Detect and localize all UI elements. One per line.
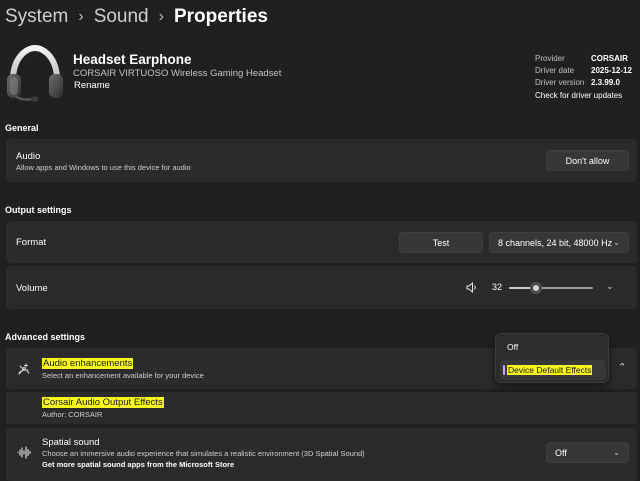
enhancements-description: Select an enhancement available for your…	[42, 371, 204, 380]
section-output: Output settings	[5, 205, 72, 215]
driver-version-value: 2.3.99.0	[591, 78, 620, 87]
format-select[interactable]: 8 channels, 24 bit, 48000 Hz ⌄	[489, 232, 629, 253]
headset-icon	[7, 44, 63, 102]
chevron-right-icon: ›	[78, 8, 84, 25]
volume-label: Volume	[16, 283, 48, 294]
menu-item-device-default-effects-label: Device Default Effects	[507, 365, 593, 375]
spatial-description: Choose an immersive audio experience tha…	[42, 449, 365, 458]
rename-link[interactable]: Rename	[74, 80, 110, 91]
provider-label: Provider	[535, 54, 565, 63]
menu-item-device-default-effects[interactable]: Device Default Effects	[500, 360, 606, 380]
driver-date-value: 2025-12-12	[591, 66, 632, 75]
device-subtitle: CORSAIR VIRTUOSO Wireless Gaming Headset	[73, 68, 282, 79]
enhancements-dropdown-menu: Off Device Default Effects	[495, 333, 609, 383]
device-name: Headset Earphone	[73, 52, 192, 67]
effects-title: Corsair Audio Output Effects	[42, 397, 164, 408]
test-button[interactable]: Test	[399, 232, 483, 253]
enhancements-icon	[18, 363, 30, 375]
volume-slider-thumb[interactable]	[530, 282, 542, 294]
volume-value: 32	[492, 282, 503, 292]
spatial-sound-card: Spatial sound Choose an immersive audio …	[6, 428, 637, 481]
section-general: General	[5, 123, 39, 133]
format-label: Format	[16, 237, 47, 248]
volume-card: Volume 32 ⌄	[6, 266, 637, 309]
provider-value: CORSAIR	[591, 54, 628, 63]
selected-indicator	[503, 365, 505, 375]
spatial-sound-icon	[17, 446, 31, 459]
breadcrumb: System › Sound › Properties	[5, 4, 268, 30]
enhancements-title: Audio enhancements	[42, 358, 134, 369]
dont-allow-button[interactable]: Don't allow	[546, 150, 629, 171]
driver-info: Provider CORSAIR Driver date 2025-12-12 …	[535, 53, 632, 102]
menu-item-off[interactable]: Off	[500, 337, 606, 357]
microsoft-store-link[interactable]: Get more spatial sound apps from the Mic…	[42, 460, 234, 469]
breadcrumb-sound[interactable]: Sound	[94, 6, 149, 28]
effects-author: Author: CORSAIR	[42, 410, 103, 419]
spatial-sound-select[interactable]: Off ⌄	[546, 442, 629, 463]
driver-date-label: Driver date	[535, 66, 575, 75]
chevron-down-icon: ⌄	[613, 448, 620, 457]
audio-title: Audio	[16, 151, 41, 162]
spatial-select-value: Off	[555, 447, 567, 458]
effects-title-text: Corsair Audio Output Effects	[42, 397, 164, 408]
check-driver-updates-link[interactable]: Check for driver updates	[535, 90, 632, 102]
format-select-value: 8 channels, 24 bit, 48000 Hz	[498, 237, 613, 248]
effects-card: Corsair Audio Output Effects Author: COR…	[6, 392, 637, 424]
format-card: Format Test 8 channels, 24 bit, 48000 Hz…	[6, 221, 637, 263]
audio-description: Allow apps and Windows to use this devic…	[16, 163, 191, 172]
section-advanced: Advanced settings	[5, 332, 86, 342]
menu-item-off-label: Off	[507, 342, 519, 352]
driver-version-label: Driver version	[535, 78, 585, 87]
chevron-up-icon[interactable]: ⌄	[618, 360, 626, 371]
page-title: Properties	[173, 6, 268, 27]
enhancements-title-text: Audio enhancements	[42, 358, 134, 369]
chevron-down-icon[interactable]: ⌄	[606, 281, 614, 292]
audio-card: Audio Allow apps and Windows to use this…	[6, 139, 637, 182]
breadcrumb-system[interactable]: System	[5, 6, 68, 28]
speaker-icon[interactable]	[466, 282, 478, 293]
chevron-right-icon: ›	[158, 8, 164, 25]
spatial-title: Spatial sound	[42, 437, 100, 448]
chevron-down-icon: ⌄	[613, 238, 620, 247]
